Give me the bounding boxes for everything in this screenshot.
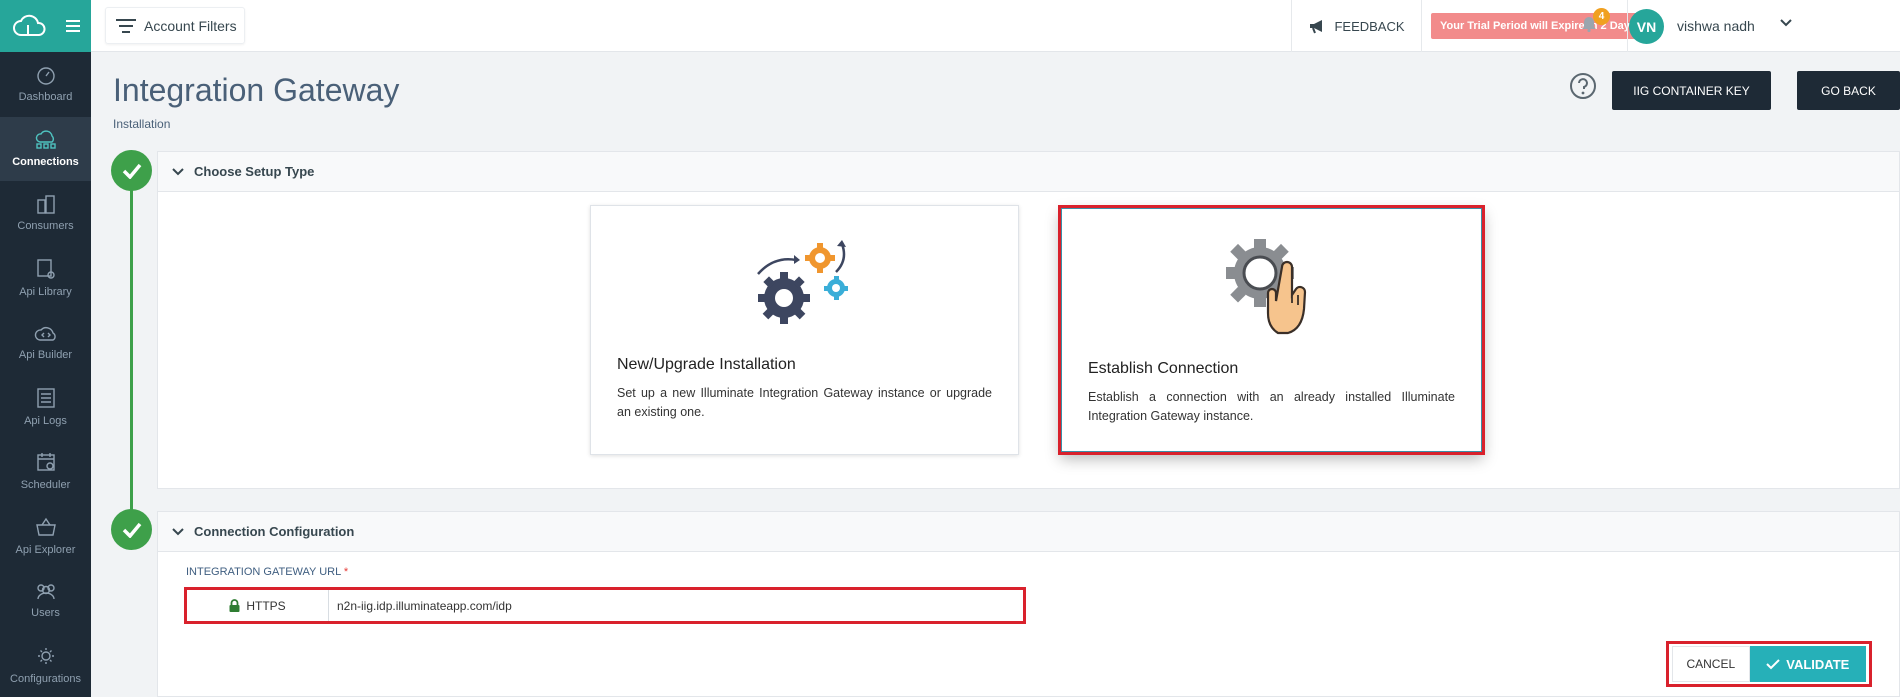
url-label-text: INTEGRATION GATEWAY URL <box>186 566 341 578</box>
avatar[interactable]: VN <box>1629 9 1664 44</box>
url-input[interactable] <box>329 590 1023 621</box>
step-complete-icon <box>111 150 152 191</box>
sidebar-item-label: Api Builder <box>18 349 73 362</box>
sidebar-item-label: Configurations <box>10 672 81 685</box>
card-description: Set up a new Illuminate Integration Gate… <box>617 386 992 419</box>
protocol-prefix: HTTPS <box>187 590 329 621</box>
card-title: Establish Connection <box>1088 360 1239 377</box>
gear-cloud-icon <box>37 647 54 664</box>
calendar-icon <box>36 453 55 471</box>
account-filters-label: Account Filters <box>144 17 237 34</box>
form-actions: CANCEL VALIDATE <box>1666 641 1872 687</box>
sidebar-item-dashboard[interactable]: Dashboard <box>0 52 91 117</box>
chevron-down-icon[interactable] <box>1779 18 1793 28</box>
megaphone-icon <box>1310 20 1323 34</box>
cancel-button[interactable]: CANCEL <box>1672 646 1750 682</box>
trial-notice-badge: Your Trial Period will Expire in 2 Days <box>1431 13 1645 39</box>
sidebar-item-label: Scheduler <box>20 479 71 492</box>
sidebar-item-label: Users <box>31 607 60 620</box>
page-subtitle: Installation <box>113 117 171 131</box>
filter-icon <box>116 18 136 33</box>
establish-connection-card[interactable]: Establish Connection Establish a connect… <box>1058 205 1485 455</box>
speedometer-icon <box>36 67 55 85</box>
sidebar-item-label: Connections <box>12 155 79 168</box>
check-icon <box>122 163 141 179</box>
gears-upgrade-icon <box>757 240 848 324</box>
log-list-icon <box>36 388 55 408</box>
explorer-basket-icon <box>35 517 56 536</box>
new-upgrade-installation-card[interactable]: New/Upgrade Installation Set up a new Il… <box>590 205 1019 455</box>
validate-button[interactable]: VALIDATE <box>1749 646 1866 682</box>
setup-type-heading: Choose Setup Type <box>194 164 315 179</box>
protocol-label: HTTPS <box>246 598 286 613</box>
feedback-button[interactable]: FEEDBACK <box>1291 0 1422 52</box>
go-back-button[interactable]: GO BACK <box>1797 71 1900 110</box>
connection-config-header[interactable]: Connection Configuration <box>158 512 1899 552</box>
sidebar: Dashboard Connections Consumers Api Libr… <box>0 0 91 697</box>
menu-icon[interactable] <box>66 20 80 32</box>
divider <box>1627 0 1628 52</box>
stepper-line <box>130 190 133 510</box>
sidebar-item-api-explorer[interactable]: Api Explorer <box>0 504 91 569</box>
sidebar-item-api-logs[interactable]: Api Logs <box>0 375 91 440</box>
sidebar-item-users[interactable]: Users <box>0 568 91 633</box>
url-field-label: INTEGRATION GATEWAY URL * <box>186 566 348 578</box>
sidebar-item-api-builder[interactable]: Api Builder <box>0 310 91 375</box>
integration-gateway-url-field: HTTPS <box>184 587 1026 624</box>
validate-label: VALIDATE <box>1786 656 1850 672</box>
buildings-icon <box>36 195 55 214</box>
sidebar-item-consumers[interactable]: Consumers <box>0 181 91 246</box>
feedback-label: FEEDBACK <box>1334 18 1405 34</box>
setup-type-panel: Choose Setup Type <box>157 151 1900 489</box>
help-icon[interactable] <box>1569 72 1597 100</box>
page-title: Integration Gateway <box>113 72 400 108</box>
sidebar-item-label: Consumers <box>17 220 74 233</box>
notification-count-badge: 4 <box>1593 8 1610 25</box>
check-icon <box>122 522 141 538</box>
connection-config-heading: Connection Configuration <box>194 524 355 539</box>
sidebar-item-label: Dashboard <box>18 91 73 104</box>
cloud-network-icon <box>35 130 56 149</box>
account-filters-button[interactable]: Account Filters <box>105 7 245 44</box>
check-icon <box>1766 658 1780 669</box>
gear-hand-icon <box>1226 239 1307 335</box>
sidebar-item-label: Api Explorer <box>15 543 76 556</box>
sidebar-item-label: Api Logs <box>24 414 67 427</box>
card-title: New/Upgrade Installation <box>617 356 796 373</box>
logo-bar <box>0 0 91 52</box>
sidebar-item-api-library[interactable]: Api Library <box>0 246 91 311</box>
step-complete-icon <box>111 509 152 550</box>
lock-icon <box>229 599 240 612</box>
sidebar-item-configurations[interactable]: Configurations <box>0 633 91 697</box>
cloud-code-icon <box>34 327 56 341</box>
sidebar-item-scheduler[interactable]: Scheduler <box>0 439 91 504</box>
iig-container-key-button[interactable]: IIG CONTAINER KEY <box>1612 71 1771 110</box>
chevron-down-icon <box>172 527 184 535</box>
required-asterisk: * <box>343 566 349 578</box>
card-description: Establish a connection with an already i… <box>1088 390 1455 423</box>
setup-type-header[interactable]: Choose Setup Type <box>158 152 1899 192</box>
username[interactable]: vishwa nadh <box>1677 18 1755 34</box>
cloud-logo-icon <box>13 14 46 36</box>
sidebar-item-connections[interactable]: Connections <box>0 116 91 181</box>
api-book-icon <box>36 259 55 279</box>
sidebar-item-label: Api Library <box>19 285 72 298</box>
chevron-down-icon <box>172 167 184 175</box>
users-icon <box>36 584 55 600</box>
